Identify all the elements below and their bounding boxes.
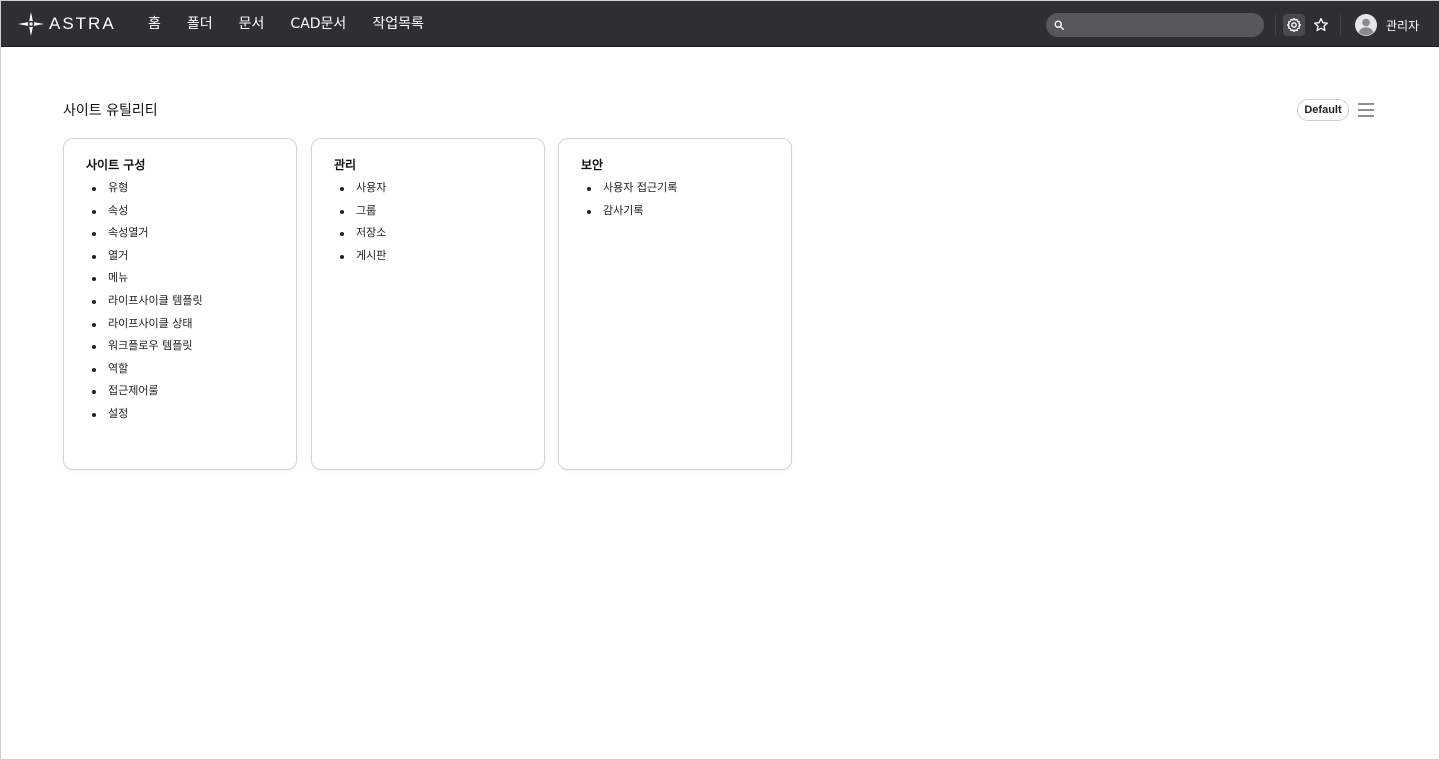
hamburger-menu-icon <box>1358 103 1374 117</box>
nav-item-folder[interactable]: 폴더 <box>174 1 226 47</box>
card-link-list: 사용자 접근기록 감사기록 <box>581 177 677 222</box>
star-icon <box>1314 17 1328 32</box>
link-lifecycle-templates[interactable]: 라이프사이클 템플릿 <box>86 290 203 313</box>
nav-item-documents[interactable]: 문서 <box>226 1 278 47</box>
link-roles[interactable]: 역할 <box>86 358 203 381</box>
card-link-list: 유형 속성 속성열거 열거 메뉴 라이프사이클 템플릿 라이프사이클 상태 워크… <box>86 177 203 426</box>
link-lifecycle-states[interactable]: 라이프사이클 상태 <box>86 313 203 336</box>
link-repositories[interactable]: 저장소 <box>334 222 386 245</box>
app-logo[interactable]: ASTRA <box>17 11 116 37</box>
nav-item-cad-documents[interactable]: CAD문서 <box>277 1 359 47</box>
header-divider <box>1340 15 1341 35</box>
nav-item-task-list[interactable]: 작업목록 <box>359 1 437 47</box>
card-link-list: 사용자 그룹 저장소 게시판 <box>334 177 386 267</box>
card-management: 관리 사용자 그룹 저장소 게시판 <box>311 138 545 470</box>
link-attribute-enumerations[interactable]: 속성열거 <box>86 222 203 245</box>
user-name: 관리자 <box>1386 18 1420 33</box>
astra-logo-icon <box>18 12 44 36</box>
card-site-configuration: 사이트 구성 유형 속성 속성열거 열거 메뉴 라이프사이클 템플릿 라이프사이… <box>63 138 297 470</box>
main-nav: 홈 폴더 문서 CAD문서 작업목록 <box>135 1 437 47</box>
logo-text: ASTRA <box>49 14 116 33</box>
link-user-access-log[interactable]: 사용자 접근기록 <box>581 177 677 200</box>
link-groups[interactable]: 그룹 <box>334 200 386 223</box>
link-users[interactable]: 사용자 <box>334 177 386 200</box>
gear-icon <box>1286 17 1302 33</box>
card-title: 관리 <box>334 158 357 172</box>
user-menu[interactable]: 관리자 <box>1355 13 1419 37</box>
app-window: ASTRA 홈 폴더 문서 CAD문서 작업목록 관리자 사이트 유틸리티 De… <box>0 0 1440 760</box>
top-navigation-bar: ASTRA 홈 폴더 문서 CAD문서 작업목록 관리자 <box>1 1 1439 47</box>
card-title: 보안 <box>581 158 604 172</box>
favorites-button[interactable] <box>1310 14 1332 36</box>
link-access-control-rules[interactable]: 접근제어룰 <box>86 380 203 403</box>
nav-item-home[interactable]: 홈 <box>135 1 174 47</box>
link-audit-log[interactable]: 감사기록 <box>581 200 677 223</box>
link-types[interactable]: 유형 <box>86 177 203 200</box>
card-security: 보안 사용자 접근기록 감사기록 <box>558 138 792 470</box>
link-attributes[interactable]: 속성 <box>86 200 203 223</box>
search-icon <box>1054 20 1064 30</box>
view-selector-button[interactable]: Default <box>1297 99 1349 121</box>
search-input[interactable] <box>1068 17 1252 33</box>
user-avatar-icon <box>1355 14 1377 36</box>
card-title: 사이트 구성 <box>86 158 146 172</box>
link-settings[interactable]: 설정 <box>86 403 203 426</box>
header-divider <box>1275 15 1276 35</box>
menu-button[interactable] <box>1358 102 1374 118</box>
page-title: 사이트 유틸리티 <box>63 103 158 119</box>
link-workflow-templates[interactable]: 워크플로우 템플릿 <box>86 335 203 358</box>
link-menus[interactable]: 메뉴 <box>86 267 203 290</box>
settings-button[interactable] <box>1283 14 1305 36</box>
link-enumerations[interactable]: 열거 <box>86 245 203 268</box>
search-box[interactable] <box>1046 13 1264 37</box>
link-boards[interactable]: 게시판 <box>334 245 386 268</box>
